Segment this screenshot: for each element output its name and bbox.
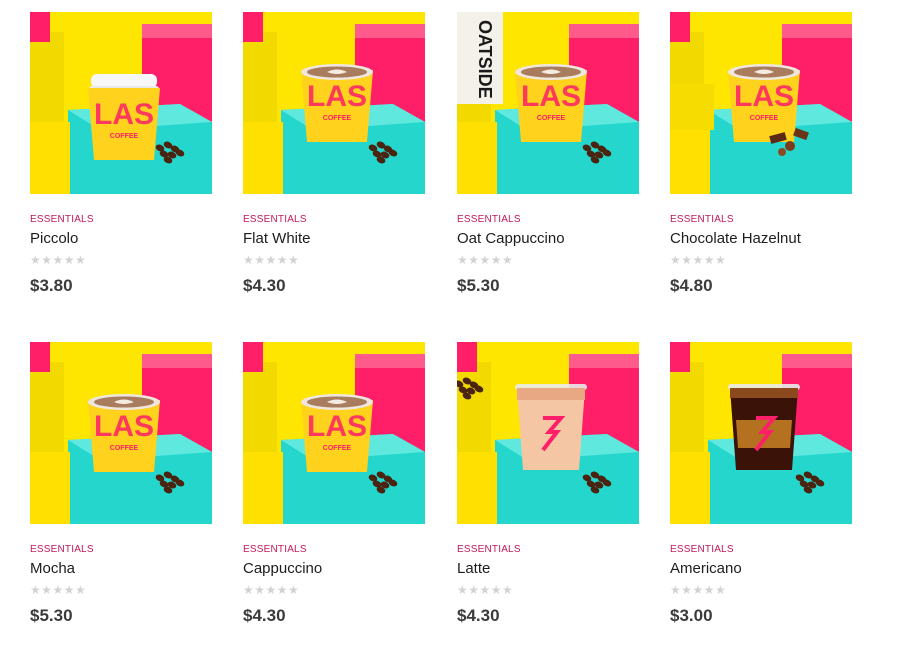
svg-text:OATSIDE: OATSIDE — [475, 20, 495, 99]
product-name-link[interactable]: Mocha — [30, 560, 75, 577]
svg-text:LAS: LAS — [94, 98, 154, 131]
svg-text:COFFEE: COFFEE — [110, 445, 139, 452]
product-price: $3.80 — [30, 276, 73, 295]
product-category-link[interactable]: ESSENTIALS — [30, 544, 94, 555]
product-name-link[interactable]: Cappuccino — [243, 560, 322, 577]
product-category-link[interactable]: ESSENTIALS — [670, 214, 734, 225]
product-price: $4.30 — [243, 606, 286, 625]
star-rating: ★★★★★ — [670, 253, 727, 267]
product-price: $4.80 — [670, 276, 713, 295]
product-category-link[interactable]: ESSENTIALS — [30, 214, 94, 225]
oat-cappuccino-cup-icon[interactable]: OATSIDE LAS COFFEE — [457, 12, 639, 194]
iced-latte-cup-icon[interactable] — [457, 342, 639, 524]
svg-text:LAS: LAS — [307, 80, 367, 113]
flat-white-cup-icon[interactable]: LAS COFFEE — [243, 12, 425, 194]
cappuccino-cup-icon[interactable]: LAS COFFEE — [243, 342, 425, 524]
iced-americano-cup-icon[interactable] — [670, 342, 852, 524]
product-name-link[interactable]: Flat White — [243, 230, 311, 247]
star-rating: ★★★★★ — [30, 583, 87, 597]
product-category-link[interactable]: ESSENTIALS — [457, 544, 521, 555]
svg-text:LAS: LAS — [521, 80, 581, 113]
chocolate-hazelnut-cup-icon[interactable]: LAS COFFEE — [670, 12, 852, 194]
star-rating: ★★★★★ — [30, 253, 87, 267]
piccolo-cup-lid-icon[interactable]: LAS COFFEE — [30, 12, 212, 194]
star-rating: ★★★★★ — [243, 583, 300, 597]
product-category-link[interactable]: ESSENTIALS — [243, 544, 307, 555]
svg-text:LAS: LAS — [734, 80, 794, 113]
svg-text:COFFEE: COFFEE — [110, 133, 139, 140]
product-name-link[interactable]: Oat Cappuccino — [457, 230, 565, 247]
product-price: $5.30 — [30, 606, 73, 625]
product-name-link[interactable]: Piccolo — [30, 230, 78, 247]
product-category-link[interactable]: ESSENTIALS — [670, 544, 734, 555]
svg-text:COFFEE: COFFEE — [323, 445, 352, 452]
svg-text:COFFEE: COFFEE — [323, 115, 352, 122]
mocha-cup-icon[interactable]: LAS COFFEE — [30, 342, 212, 524]
svg-text:COFFEE: COFFEE — [537, 115, 566, 122]
product-grid: LAS COFFEE ESSENTIALS Piccolo ★★★★★ $3.80 LAS C… — [0, 0, 899, 648]
svg-text:LAS: LAS — [94, 410, 154, 443]
star-rating: ★★★★★ — [670, 583, 727, 597]
star-rating: ★★★★★ — [457, 253, 514, 267]
product-price: $4.30 — [457, 606, 500, 625]
svg-text:LAS: LAS — [307, 410, 367, 443]
product-price: $4.30 — [243, 276, 286, 295]
star-rating: ★★★★★ — [243, 253, 300, 267]
product-name-link[interactable]: Chocolate Hazelnut — [670, 230, 801, 247]
product-price: $5.30 — [457, 276, 500, 295]
product-category-link[interactable]: ESSENTIALS — [243, 214, 307, 225]
product-category-link[interactable]: ESSENTIALS — [457, 214, 521, 225]
product-name-link[interactable]: Latte — [457, 560, 490, 577]
star-rating: ★★★★★ — [457, 583, 514, 597]
svg-text:COFFEE: COFFEE — [750, 115, 779, 122]
product-price: $3.00 — [670, 606, 713, 625]
product-name-link[interactable]: Americano — [670, 560, 742, 577]
